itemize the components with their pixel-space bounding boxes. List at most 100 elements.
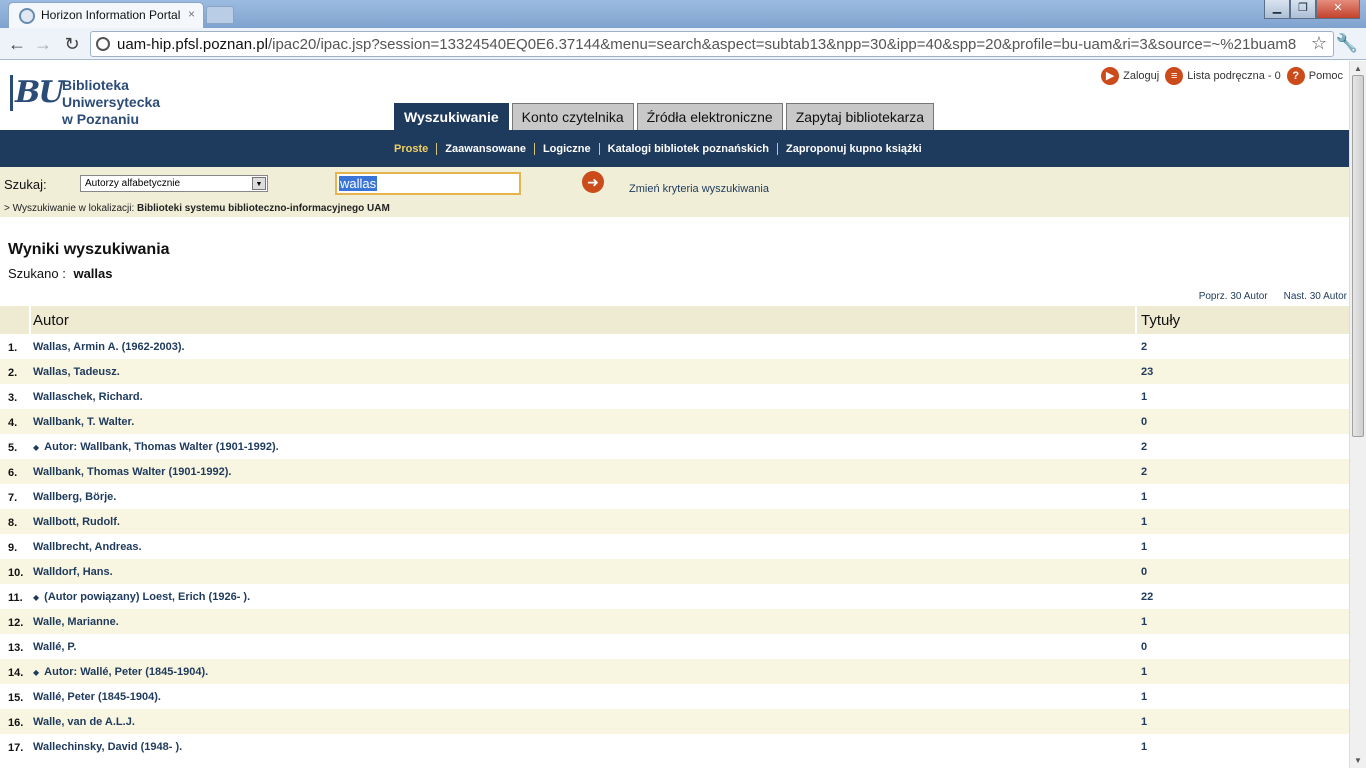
author-name[interactable]: Autor: Wallbank, Thomas Walter (1901-199… [44, 441, 279, 453]
scroll-down-icon[interactable]: ▼ [1354, 756, 1362, 765]
prev-page-link[interactable]: Poprz. 30 Autor [1199, 291, 1268, 302]
tab-konto-czytelnika[interactable]: Konto czytelnika [511, 103, 634, 130]
titles-count-link[interactable]: 1 [1141, 516, 1147, 528]
subnav-zaproponuj[interactable]: Zaproponuj kupno książki [776, 143, 930, 155]
help-link[interactable]: ? Pomoc [1286, 67, 1343, 85]
login-icon: ▶ [1101, 67, 1120, 85]
searched-term: Szukano : wallas [8, 266, 112, 281]
subnav-katalogi[interactable]: Katalogi bibliotek poznańskich [598, 143, 777, 155]
tab-close-icon[interactable]: × [188, 7, 195, 21]
change-criteria-link[interactable]: Zmień kryteria wyszukiwania [629, 183, 769, 195]
author-name[interactable]: Wallbott, Rudolf. [33, 516, 120, 528]
tab-zrodla-elektroniczne[interactable]: Źródła elektroniczne [636, 103, 783, 130]
star-icon[interactable]: ☆ [1311, 33, 1327, 54]
column-header-titles: Tytuły [1141, 312, 1181, 329]
chevron-down-icon[interactable]: ▼ [252, 177, 266, 190]
author-name[interactable]: Wallas, Tadeusz. [33, 366, 120, 378]
titles-count-link[interactable]: 23 [1141, 366, 1153, 378]
titles-count-link[interactable]: 1 [1141, 616, 1147, 628]
close-window-icon[interactable]: ✕ [1316, 0, 1360, 19]
search-go-button[interactable]: ➜ [582, 171, 604, 193]
forward-icon[interactable]: → [32, 33, 54, 55]
minimize-icon[interactable]: ▁ [1264, 0, 1290, 19]
author-name[interactable]: Autor: Wallé, Peter (1845-1904). [44, 666, 208, 678]
author-link[interactable]: Wallberg, Börje. [33, 491, 116, 503]
search-input[interactable]: wallas [335, 172, 521, 195]
titles-count-link[interactable]: 1 [1141, 491, 1147, 503]
list-label[interactable]: Lista podręczna - 0 [1187, 70, 1281, 82]
author-link[interactable]: Wallbank, T. Walter. [33, 416, 134, 428]
author-name[interactable]: Wallbank, T. Walter. [33, 416, 134, 428]
author-link[interactable]: Wallé, P. [33, 641, 76, 653]
titles-count-link[interactable]: 2 [1141, 441, 1147, 453]
login-link[interactable]: ▶ Zaloguj [1101, 67, 1159, 85]
author-link[interactable]: ◆ Autor: Wallbank, Thomas Walter (1901-19… [33, 441, 279, 453]
scroll-up-icon[interactable]: ▲ [1354, 64, 1362, 73]
titles-count-link[interactable]: 2 [1141, 466, 1147, 478]
author-name[interactable]: Wallé, Peter (1845-1904). [33, 691, 161, 703]
help-label[interactable]: Pomoc [1309, 70, 1343, 82]
author-name[interactable]: Wallaschek, Richard. [33, 391, 143, 403]
maximize-icon[interactable]: ❐ [1290, 0, 1316, 19]
search-type-select[interactable]: Autorzy alfabetycznie ▼ [80, 175, 268, 192]
page-content: BU Biblioteka Uniwersytecka w Poznaniu ▶… [0, 61, 1349, 768]
author-name[interactable]: Wallechinsky, David (1948- ). [33, 741, 182, 753]
scrollbar-thumb[interactable] [1352, 75, 1364, 437]
searched-label: Szukano : [8, 266, 66, 281]
author-name[interactable]: Wallbank, Thomas Walter (1901-1992). [33, 466, 231, 478]
titles-count-link[interactable]: 1 [1141, 716, 1147, 728]
address-bar[interactable]: uam-hip.pfsl.poznan.pl/ipac20/ipac.jsp?s… [90, 31, 1334, 57]
author-link[interactable]: Walle, Marianne. [33, 616, 119, 628]
titles-count-link[interactable]: 1 [1141, 691, 1147, 703]
author-name[interactable]: Wallberg, Börje. [33, 491, 116, 503]
top-links: ▶ Zaloguj ≡ Lista podręczna - 0 ? Pomoc [1101, 67, 1343, 85]
tab-zapytaj-bibliotekarza[interactable]: Zapytaj bibliotekarza [785, 103, 935, 130]
author-name[interactable]: Wallbrecht, Andreas. [33, 541, 142, 553]
author-link[interactable]: ◆ (Autor powiązany) Loest, Erich (1926- )… [33, 591, 250, 603]
library-logo[interactable]: BU Biblioteka Uniwersytecka w Poznaniu [10, 75, 200, 127]
titles-count-link[interactable]: 2 [1141, 341, 1147, 353]
author-name[interactable]: Walle, Marianne. [33, 616, 119, 628]
vertical-scrollbar[interactable]: ▲ ▼ [1349, 61, 1366, 768]
author-name[interactable]: Wallé, P. [33, 641, 76, 653]
login-label[interactable]: Zaloguj [1123, 70, 1159, 82]
author-link[interactable]: Wallechinsky, David (1948- ). [33, 741, 182, 753]
author-link[interactable]: Wallbrecht, Andreas. [33, 541, 142, 553]
new-tab-button[interactable] [206, 6, 234, 24]
next-page-link[interactable]: Nast. 30 Autor [1284, 291, 1347, 302]
browser-tab[interactable]: Horizon Information Portal × [8, 2, 204, 28]
author-link[interactable]: Wallas, Tadeusz. [33, 366, 120, 378]
row-number: 3. [8, 392, 18, 404]
titles-count-link[interactable]: 1 [1141, 741, 1147, 753]
author-link[interactable]: Walle, van de A.L.J. [33, 716, 135, 728]
author-link[interactable]: Wallé, Peter (1845-1904). [33, 691, 161, 703]
wrench-icon[interactable]: 🔧 [1336, 33, 1358, 54]
back-icon[interactable]: ← [6, 33, 28, 55]
table-row: 9. Wallbrecht, Andreas. 1 [0, 534, 1349, 559]
subnav-zaawansowane[interactable]: Zaawansowane [436, 143, 534, 155]
titles-count-link[interactable]: 1 [1141, 666, 1147, 678]
tab-wyszukiwanie[interactable]: Wyszukiwanie [394, 103, 509, 130]
author-link[interactable]: Wallas, Armin A. (1962-2003). [33, 341, 185, 353]
author-link[interactable]: Wallbott, Rudolf. [33, 516, 120, 528]
author-name[interactable]: Walle, van de A.L.J. [33, 716, 135, 728]
author-link[interactable]: ◆ Autor: Wallé, Peter (1845-1904). [33, 666, 208, 678]
subnav-logiczne[interactable]: Logiczne [533, 143, 599, 155]
author-link[interactable]: Wallaschek, Richard. [33, 391, 143, 403]
titles-count-link[interactable]: 1 [1141, 541, 1147, 553]
author-link[interactable]: Wallbank, Thomas Walter (1901-1992). [33, 466, 231, 478]
list-link[interactable]: ≡ Lista podręczna - 0 [1165, 67, 1281, 85]
author-name[interactable]: Walldorf, Hans. [33, 566, 113, 578]
reload-icon[interactable]: ↻ [61, 33, 83, 55]
url-text[interactable]: uam-hip.pfsl.poznan.pl/ipac20/ipac.jsp?s… [117, 36, 1307, 53]
author-name[interactable]: (Autor powiązany) Loest, Erich (1926- ). [44, 591, 250, 603]
author-link[interactable]: Walldorf, Hans. [33, 566, 113, 578]
titles-count-link[interactable]: 0 [1141, 641, 1147, 653]
row-number: 1. [8, 342, 18, 354]
titles-count-link[interactable]: 22 [1141, 591, 1153, 603]
subnav-proste[interactable]: Proste [392, 143, 436, 155]
titles-count-link[interactable]: 0 [1141, 416, 1147, 428]
titles-count-link[interactable]: 0 [1141, 566, 1147, 578]
titles-count-link[interactable]: 1 [1141, 391, 1147, 403]
author-name[interactable]: Wallas, Armin A. (1962-2003). [33, 341, 185, 353]
